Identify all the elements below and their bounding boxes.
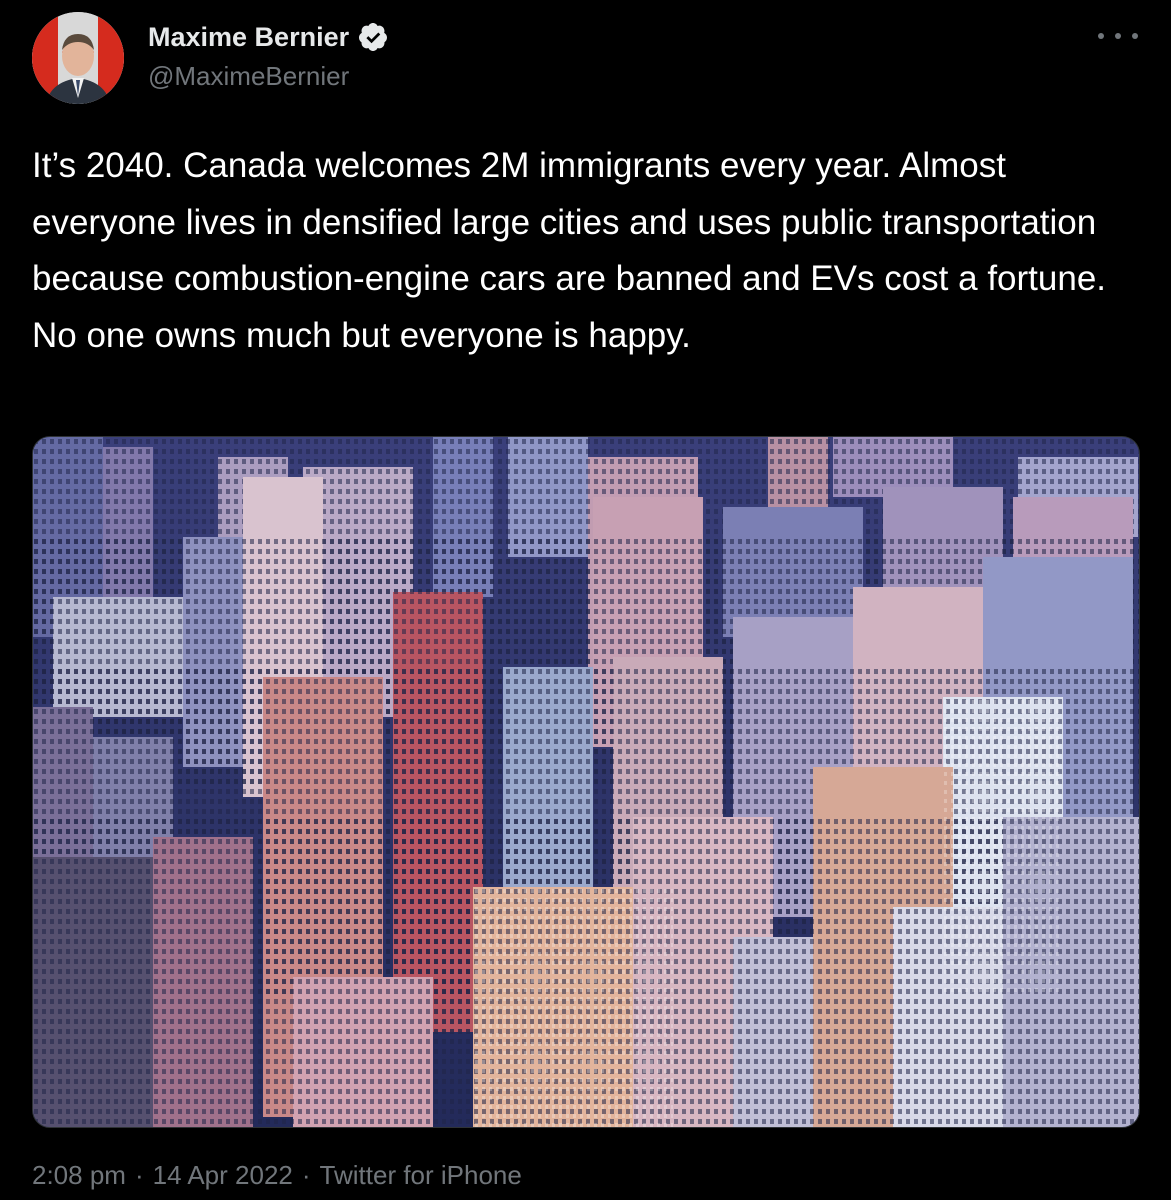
meta-separator: · bbox=[301, 1160, 311, 1190]
meta-separator: · bbox=[134, 1160, 144, 1190]
author-name-text: Maxime Bernier bbox=[148, 22, 350, 52]
avatar-portrait bbox=[32, 12, 124, 104]
more-options-icon[interactable] bbox=[1098, 24, 1138, 48]
tweet: Maxime Bernier @MaximeBernier It’s 2040.… bbox=[0, 0, 1171, 1200]
tweet-meta: 2:08 pm · 14 Apr 2022 · Twitter for iPho… bbox=[32, 1155, 522, 1195]
avatar[interactable] bbox=[32, 12, 124, 104]
more-dot bbox=[1132, 33, 1138, 39]
author-name[interactable]: Maxime Bernier bbox=[148, 20, 389, 54]
verified-badge-icon bbox=[359, 23, 388, 51]
author-handle[interactable]: @MaximeBernier bbox=[148, 60, 349, 92]
tweet-media-photo[interactable] bbox=[32, 436, 1140, 1128]
city-towers-image bbox=[33, 437, 1139, 1127]
tweet-source[interactable]: Twitter for iPhone bbox=[320, 1155, 522, 1195]
more-dot bbox=[1115, 33, 1121, 39]
tweet-time[interactable]: 2:08 pm bbox=[32, 1155, 126, 1195]
tweet-text: It’s 2040. Canada welcomes 2M immigrants… bbox=[32, 146, 1107, 355]
tweet-date[interactable]: 14 Apr 2022 bbox=[153, 1155, 293, 1195]
more-dot bbox=[1098, 33, 1104, 39]
